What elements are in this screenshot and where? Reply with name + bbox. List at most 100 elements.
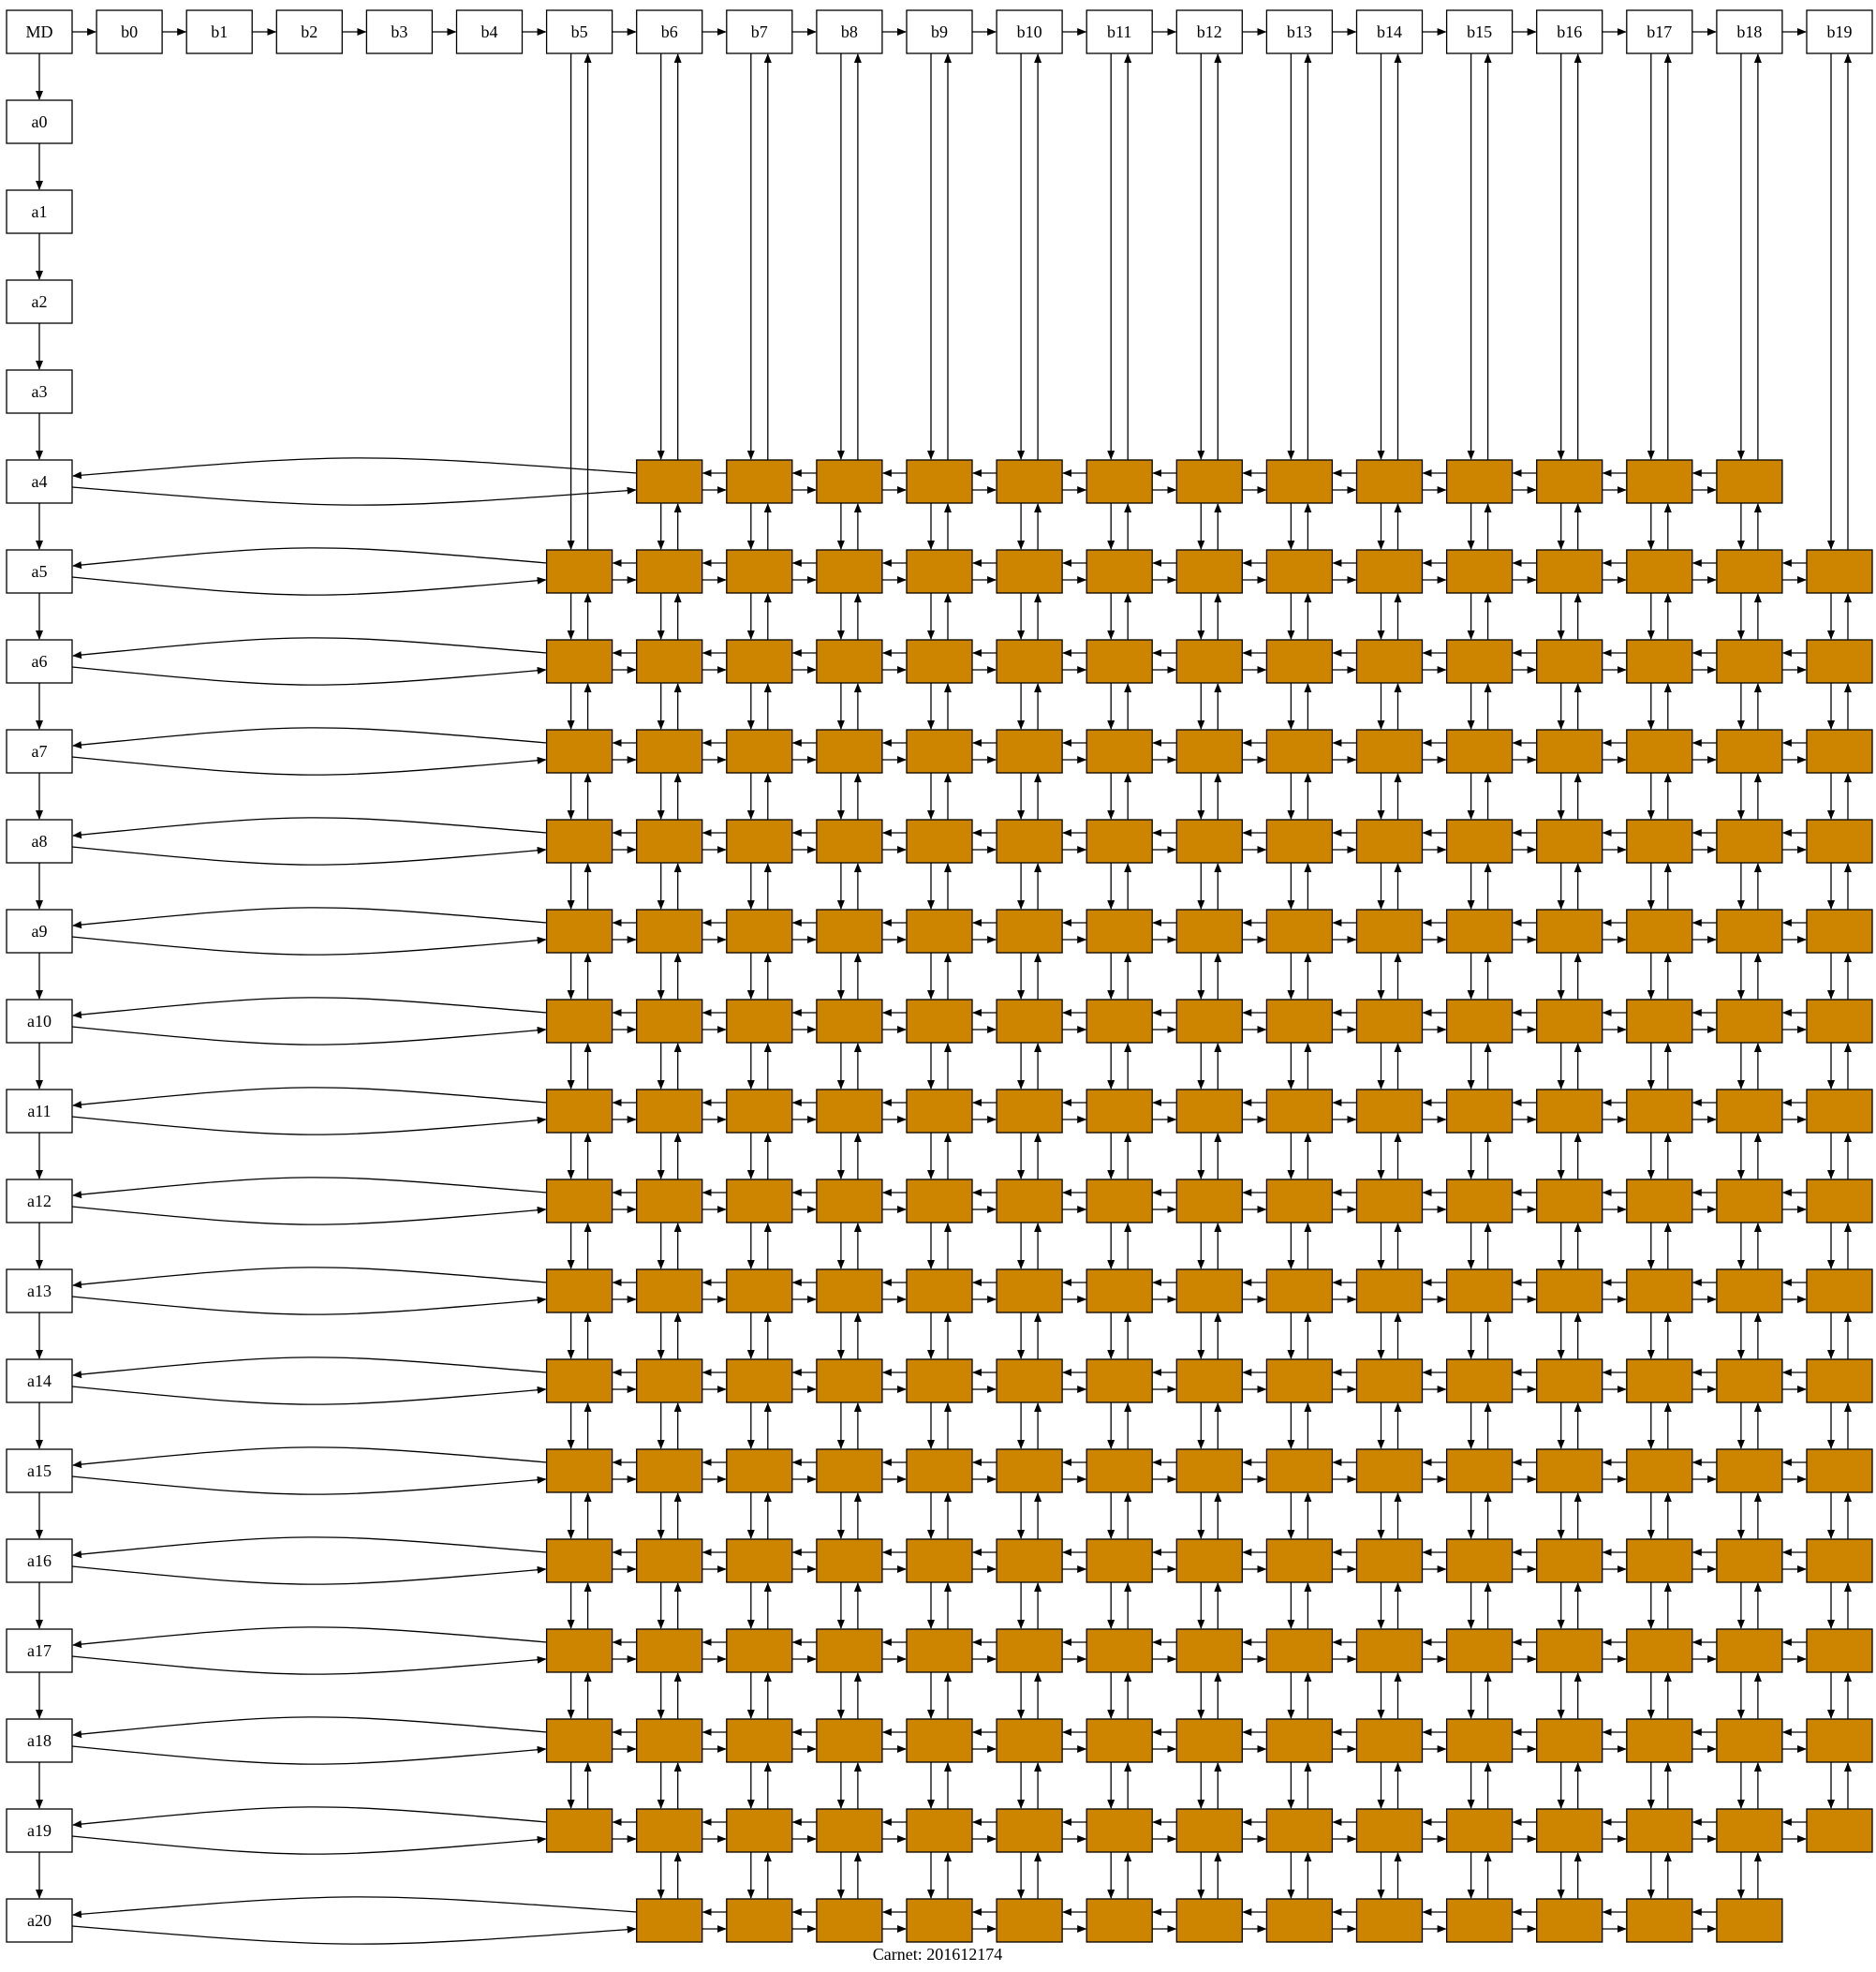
matrix-cell — [816, 819, 883, 864]
matrix-cell — [1626, 1898, 1693, 1943]
matrix-cell — [906, 1089, 973, 1134]
column-header-b3-label: b3 — [391, 22, 407, 41]
row-header-a13-label: a13 — [27, 1282, 52, 1300]
row-a12-back-link — [72, 1177, 547, 1199]
row-a10-back-link — [72, 997, 547, 1019]
matrix-cell — [1086, 729, 1153, 774]
matrix-cell — [1536, 639, 1603, 684]
matrix-cell — [1445, 459, 1514, 504]
matrix-cell — [1716, 549, 1783, 594]
row-header-a15-label: a15 — [27, 1461, 52, 1480]
row-header-a10: a10 — [6, 999, 73, 1044]
matrix-cell — [1265, 639, 1334, 684]
matrix-cell — [1716, 1718, 1783, 1763]
matrix-cell — [1536, 1448, 1603, 1493]
matrix-cell — [996, 639, 1063, 684]
matrix-cell — [1265, 1718, 1334, 1763]
matrix-cell — [996, 909, 1063, 954]
matrix-cell — [1355, 459, 1424, 504]
column-header-b12: b12 — [1175, 9, 1243, 54]
column-header-b0: b0 — [96, 9, 163, 54]
row-a17-back-link — [72, 1626, 547, 1649]
row-header-a20-label: a20 — [27, 1911, 52, 1930]
matrix-cell — [1536, 819, 1603, 864]
matrix-cell — [726, 999, 793, 1044]
row-a16-first-link — [71, 1565, 547, 1585]
row-a4-back-link — [72, 457, 637, 480]
matrix-cell — [906, 909, 973, 954]
row-header-a12-label: a12 — [27, 1192, 52, 1210]
row-header-a9-label: a9 — [32, 922, 48, 941]
matrix-cell — [636, 459, 703, 504]
matrix-cell — [1445, 1628, 1514, 1673]
matrix-cell — [906, 1898, 973, 1943]
column-header-b2: b2 — [275, 9, 343, 54]
column-header-b18: b18 — [1716, 9, 1783, 54]
matrix-cell — [1355, 1808, 1424, 1853]
row-a4-first-link — [71, 486, 637, 506]
matrix-cell — [1536, 1718, 1603, 1763]
matrix-cell — [726, 1628, 793, 1673]
matrix-cell — [906, 1268, 973, 1313]
matrix-cell — [1626, 909, 1693, 954]
matrix-cell — [636, 909, 703, 954]
matrix-cell — [1716, 1448, 1783, 1493]
matrix-cell — [1445, 549, 1514, 594]
matrix-cell — [636, 819, 703, 864]
root-node: MD — [6, 9, 73, 54]
matrix-cell — [1806, 1089, 1873, 1134]
matrix-cell — [1626, 1808, 1693, 1853]
matrix-cell — [1806, 1448, 1873, 1493]
matrix-cell — [1355, 1448, 1424, 1493]
matrix-cell — [1806, 909, 1873, 954]
row-a20-back-link — [72, 1896, 637, 1919]
matrix-cell — [996, 729, 1063, 774]
column-header-b12-label: b12 — [1197, 22, 1222, 41]
matrix-cell — [1175, 1538, 1243, 1583]
matrix-cell — [636, 1268, 703, 1313]
matrix-cell — [1086, 459, 1153, 504]
matrix-cell — [1175, 819, 1243, 864]
matrix-cell — [545, 1718, 613, 1763]
matrix-cell — [906, 999, 973, 1044]
matrix-cell — [636, 1358, 703, 1403]
matrix-cell — [726, 1718, 793, 1763]
matrix-cell — [906, 1358, 973, 1403]
matrix-cell — [1175, 549, 1243, 594]
matrix-cell — [1355, 1179, 1424, 1223]
matrix-cell — [1086, 1808, 1153, 1853]
matrix-cell — [1445, 1448, 1514, 1493]
matrix-cell — [1175, 639, 1243, 684]
column-header-b9-label: b9 — [931, 22, 948, 41]
matrix-cell — [1536, 1808, 1603, 1853]
matrix-cell — [816, 1808, 883, 1853]
matrix-cell — [726, 1358, 793, 1403]
matrix-cell — [996, 819, 1063, 864]
row-a13-first-link — [71, 1296, 547, 1315]
matrix-cell — [1806, 729, 1873, 774]
matrix-cell — [636, 1448, 703, 1493]
column-header-b4: b4 — [455, 9, 524, 54]
matrix-cell — [1626, 1538, 1693, 1583]
matrix-cell — [816, 639, 883, 684]
row-header-a1: a1 — [6, 189, 73, 234]
row-a10-first-link — [71, 1026, 547, 1045]
column-header-b18-label: b18 — [1736, 22, 1762, 41]
matrix-cell — [1175, 1448, 1243, 1493]
matrix-cell — [1175, 909, 1243, 954]
matrix-cell — [1265, 1538, 1334, 1583]
matrix-cell — [1086, 1268, 1153, 1313]
matrix-cell — [1265, 1808, 1334, 1853]
matrix-cell — [1265, 459, 1334, 504]
column-header-b19-label: b19 — [1827, 22, 1853, 41]
row-header-a11: a11 — [6, 1089, 73, 1134]
matrix-cell — [545, 1808, 613, 1853]
matrix-cell — [1355, 1898, 1424, 1943]
row-a6-back-link — [72, 637, 547, 660]
row-a9-back-link — [72, 907, 547, 929]
row-a12-first-link — [71, 1206, 547, 1225]
matrix-cell — [636, 1538, 703, 1583]
column-header-b8-label: b8 — [841, 22, 858, 41]
matrix-cell — [1536, 729, 1603, 774]
matrix-cell — [1536, 1268, 1603, 1313]
